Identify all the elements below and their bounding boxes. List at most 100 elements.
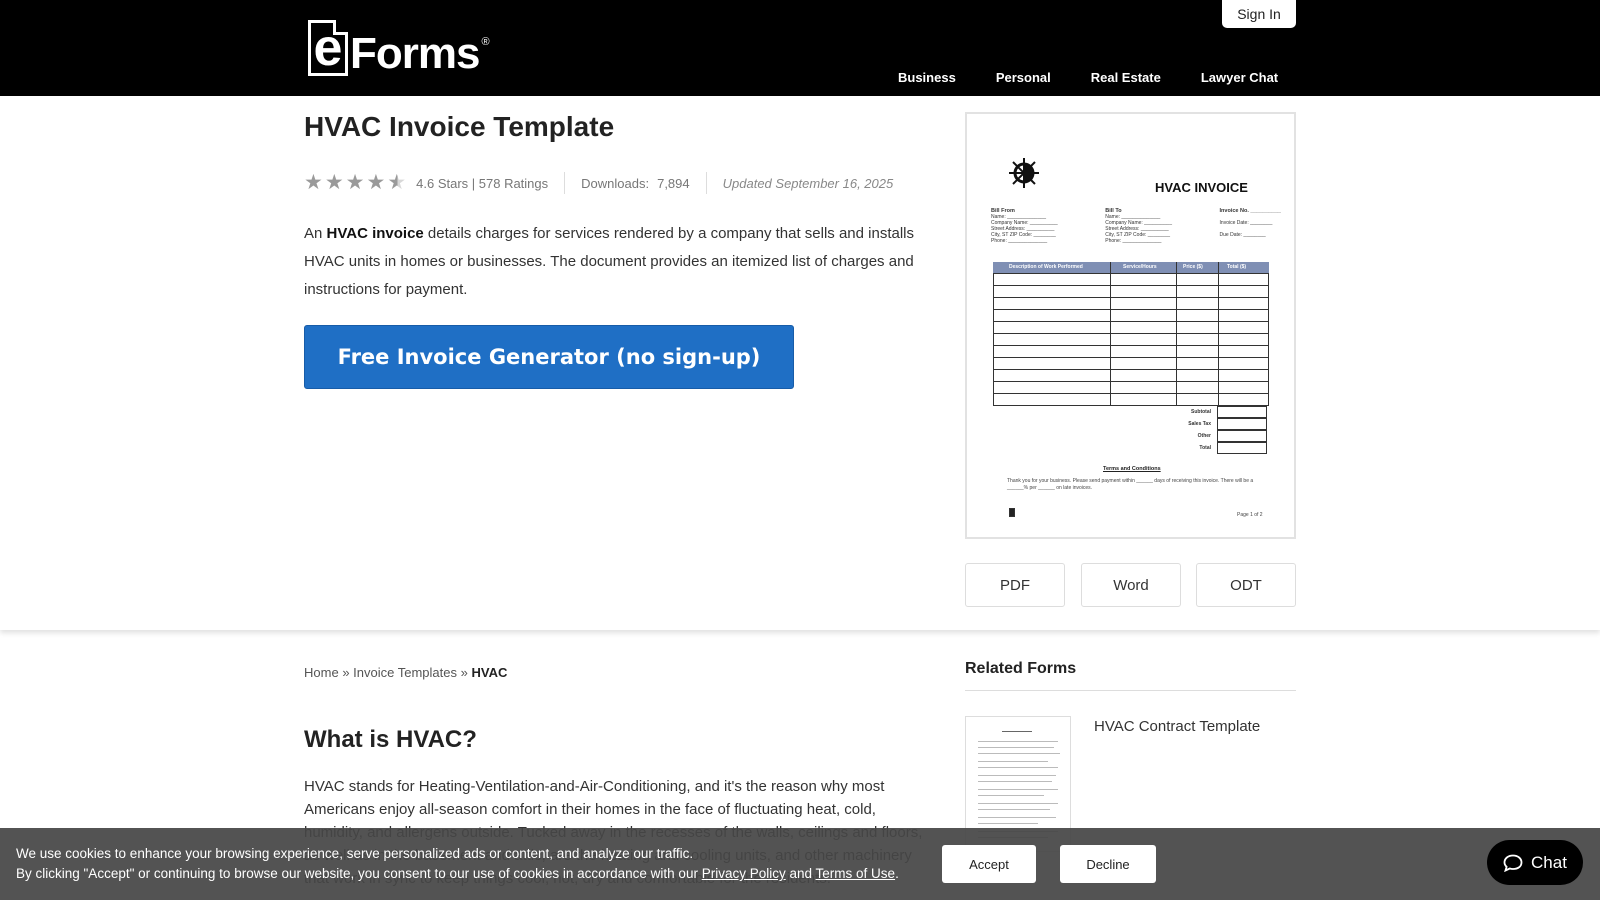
cookie-decline-button[interactable]: Decline <box>1060 845 1156 883</box>
intro-bold: HVAC invoice <box>326 225 424 242</box>
main-nav: Business Personal Real Estate Lawyer Cha… <box>898 70 1278 85</box>
half-star-icon: ★ <box>387 171 407 194</box>
preview-invoice-no: Invoice No. __________ <box>1219 208 1281 214</box>
preview-field: Phone: ______________ <box>991 238 1048 244</box>
download-odt-button[interactable]: ODT <box>1196 563 1296 607</box>
cookie-text: We use cookies to enhance your browsing … <box>16 844 899 884</box>
cookie-line-2: By clicking "Accept" or continuing to br… <box>16 866 702 881</box>
download-word-button[interactable]: Word <box>1081 563 1181 607</box>
top-header: e Forms ® Sign In Business Personal Real… <box>0 0 1600 96</box>
preview-field: Phone: ______________ <box>1105 238 1162 244</box>
sign-in-button[interactable]: Sign In <box>1222 0 1296 28</box>
cookie-and: and <box>785 866 816 881</box>
chat-button[interactable]: Chat <box>1487 840 1583 885</box>
preview-total-box <box>1217 406 1267 418</box>
nav-real-estate[interactable]: Real Estate <box>1091 70 1161 85</box>
preview-total-label: Subtotal <box>1191 409 1211 415</box>
chat-bubble-icon <box>1503 854 1523 872</box>
intro-prefix: An <box>304 225 327 242</box>
related-form-link[interactable]: HVAC Contract Template <box>1094 718 1260 735</box>
preview-bill-from: Bill From Name: ______________ Company N… <box>991 208 1058 244</box>
preview-row-line <box>993 333 1269 334</box>
related-forms-title: Related Forms <box>965 660 1077 677</box>
preview-row-line <box>993 369 1269 370</box>
preview-row-line <box>993 297 1269 298</box>
cookie-end: . <box>895 866 899 881</box>
preview-col-line <box>1218 262 1219 406</box>
invoice-generator-button[interactable]: Free Invoice Generator (no sign-up) <box>304 325 794 389</box>
preview-col: Service/Hours <box>1123 264 1157 270</box>
breadcrumb-separator: » <box>460 665 468 680</box>
privacy-policy-link[interactable]: Privacy Policy <box>702 866 786 881</box>
breadcrumb-current: HVAC <box>471 665 508 680</box>
logo-e: e <box>313 19 343 77</box>
preview-invoice-info: Invoice No. __________ Invoice Date: ___… <box>1220 208 1281 244</box>
star-icon: ★ <box>304 171 323 194</box>
preview-total-box <box>1217 430 1267 442</box>
preview-row-line <box>993 357 1269 358</box>
preview-total-label: Total <box>1199 445 1211 451</box>
meta-divider <box>564 172 566 194</box>
nav-business[interactable]: Business <box>898 70 956 85</box>
rating-text: 4.6 Stars | 578 Ratings <box>416 175 549 191</box>
preview-bill-info: Bill From Name: ______________ Company N… <box>991 208 1281 244</box>
preview-col: Description of Work Performed <box>1009 264 1083 270</box>
preview-col: Total ($) <box>1227 264 1247 270</box>
preview-bill-to: Bill To Name: ______________ Company Nam… <box>1105 208 1172 244</box>
preview-total-label: Other <box>1197 433 1211 439</box>
chat-label: Chat <box>1531 852 1567 872</box>
preview-row-line <box>993 273 1269 274</box>
preview-mini-logo-icon <box>1009 508 1015 517</box>
rating-meta: ★ ★ ★ ★ ★ 4.6 Stars | 578 Ratings Downlo… <box>304 172 893 194</box>
preview-row-line <box>993 309 1269 310</box>
template-preview[interactable]: HVAC INVOICE Bill From Name: ___________… <box>965 112 1296 539</box>
cookie-line-1: We use cookies to enhance your browsing … <box>16 846 694 861</box>
preview-total-box <box>1217 418 1267 430</box>
cookie-accept-button[interactable]: Accept <box>942 845 1036 883</box>
preview-col-line <box>1176 262 1177 406</box>
preview-row-line <box>993 321 1269 322</box>
preview-row-line <box>993 345 1269 346</box>
preview-terms-text: Thank you for your business. Please send… <box>1007 478 1254 491</box>
eforms-logo[interactable]: e Forms ® <box>308 20 490 76</box>
star-icon: ★ <box>345 171 365 194</box>
downloads-count: 7,894 <box>657 175 690 191</box>
preview-title: HVAC INVOICE <box>1155 180 1248 195</box>
preview-row-line <box>993 381 1269 382</box>
meta-divider <box>705 172 707 194</box>
preview-col-line <box>1110 262 1111 406</box>
preview-table <box>993 262 1269 406</box>
nav-personal[interactable]: Personal <box>996 70 1051 85</box>
download-pdf-button[interactable]: PDF <box>965 563 1065 607</box>
breadcrumb-invoice-templates[interactable]: Invoice Templates <box>353 665 457 680</box>
preview-terms-title: Terms and Conditions <box>1103 466 1161 472</box>
downloads-label: Downloads: <box>581 175 650 191</box>
cookie-banner: We use cookies to enhance your browsing … <box>0 828 1600 900</box>
preview-col: Price ($) <box>1183 264 1203 270</box>
preview-invoice-date: Invoice Date: ________ <box>1219 220 1273 226</box>
preview-total-label: Sales Tax <box>1188 421 1211 427</box>
rating-stars[interactable]: ★ ★ ★ ★ ★ <box>304 171 408 194</box>
star-icon: ★ <box>324 171 344 194</box>
logo-forms: Forms <box>350 29 480 78</box>
related-divider <box>965 690 1296 691</box>
nav-lawyer-chat[interactable]: Lawyer Chat <box>1201 70 1278 85</box>
terms-of-use-link[interactable]: Terms of Use <box>816 866 896 881</box>
preview-total-box <box>1217 442 1267 454</box>
star-icon: ★ <box>366 171 386 194</box>
breadcrumb-separator: » <box>342 665 350 680</box>
intro-paragraph: An HVAC invoice details charges for serv… <box>304 220 924 304</box>
preview-due-date: Due Date: ________ <box>1219 232 1266 238</box>
breadcrumb-home[interactable]: Home <box>304 665 339 680</box>
page-title: HVAC Invoice Template <box>304 111 615 142</box>
preview-table-header: Description of Work Performed Service/Ho… <box>993 262 1269 273</box>
preview-row-line <box>993 393 1269 394</box>
logo-document-icon: e <box>308 20 348 76</box>
section-heading: What is HVAC? <box>304 726 477 753</box>
updated-date: Updated September 16, 2025 <box>722 175 894 191</box>
snowflake-sun-icon <box>1009 158 1039 188</box>
logo-registered: ® <box>481 36 490 48</box>
preview-page-number: Page 1 of 2 <box>1237 512 1263 518</box>
preview-row-line <box>993 285 1269 286</box>
breadcrumb: Home » Invoice Templates » HVAC <box>304 665 507 680</box>
